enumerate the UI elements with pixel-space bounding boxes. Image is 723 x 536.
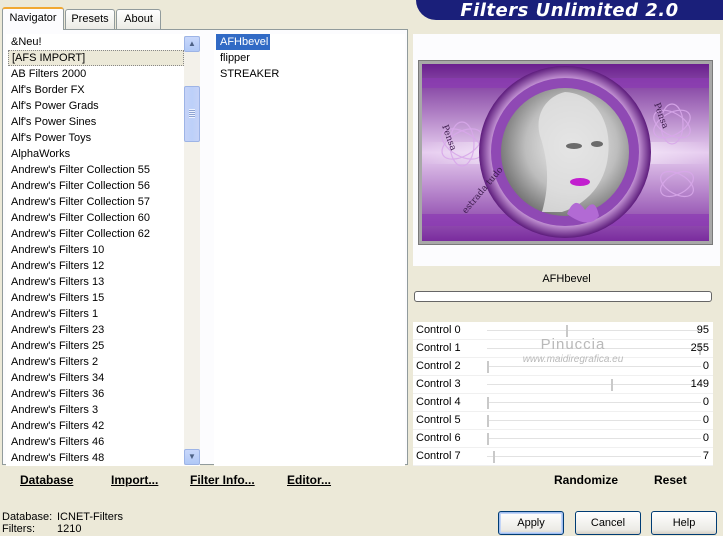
control-thumb[interactable] (492, 451, 495, 463)
control-value: 0 (702, 432, 709, 444)
category-item[interactable]: Andrew's Filters 15 (8, 290, 184, 306)
scroll-down-icon[interactable]: ▼ (184, 449, 200, 465)
control-value: 0 (702, 414, 709, 426)
category-item[interactable]: Andrew's Filters 46 (8, 434, 184, 450)
status-database-label: Database: (2, 511, 53, 523)
progress-bar (414, 291, 712, 302)
control-label: Control 1 (416, 342, 461, 354)
control-track[interactable] (487, 402, 701, 403)
category-item[interactable]: Andrew's Filters 34 (8, 370, 184, 386)
control-value: 7 (702, 450, 709, 462)
tab-navigator[interactable]: Navigator (2, 7, 64, 30)
scroll-up-icon[interactable]: ▲ (184, 36, 200, 52)
category-item[interactable]: Andrew's Filters 10 (8, 242, 184, 258)
controls-panel: Control 0 95 Control 1 255 Control 2 0 Control… (413, 322, 713, 466)
help-button[interactable]: Help (651, 511, 717, 535)
category-item[interactable]: Andrew's Filters 48 (8, 450, 184, 466)
status-filters-value: 1210 (57, 523, 82, 535)
category-item[interactable]: Alf's Power Sines (8, 114, 184, 130)
control-thumb[interactable] (610, 379, 613, 391)
editor-button[interactable]: Editor... (287, 473, 331, 487)
category-item[interactable]: Andrew's Filter Collection 55 (8, 162, 184, 178)
control-label: Control 6 (416, 432, 461, 444)
control-slider-row[interactable]: Control 1 255 (413, 340, 713, 358)
app-title: Filters Unlimited 2.0 (460, 0, 679, 21)
category-item[interactable]: [AFS IMPORT] (8, 50, 184, 66)
control-label: Control 0 (416, 324, 461, 336)
import-button[interactable]: Import... (111, 473, 158, 487)
control-value: 0 (702, 360, 709, 372)
category-item[interactable]: Andrew's Filters 23 (8, 322, 184, 338)
reset-button[interactable]: Reset (654, 473, 687, 487)
category-item[interactable]: Andrew's Filter Collection 56 (8, 178, 184, 194)
cancel-button[interactable]: Cancel (575, 511, 641, 535)
category-item[interactable]: AB Filters 2000 (8, 66, 184, 82)
scroll-thumb[interactable] (184, 86, 200, 142)
filter-info-button[interactable]: Filter Info... (190, 473, 255, 487)
filter-item[interactable]: STREAKER (216, 66, 405, 82)
control-track[interactable] (487, 348, 701, 349)
selected-filter-name: AFHbevel (413, 268, 720, 288)
randomize-button[interactable]: Randomize (554, 473, 618, 487)
category-item[interactable]: Alf's Power Toys (8, 130, 184, 146)
control-thumb[interactable] (487, 361, 489, 373)
control-label: Control 5 (416, 414, 461, 426)
category-item[interactable]: Alf's Border FX (8, 82, 184, 98)
control-thumb[interactable] (565, 325, 568, 337)
apply-button[interactable]: Apply (498, 511, 564, 535)
category-item[interactable]: AlphaWorks (8, 146, 184, 162)
control-track[interactable] (487, 384, 701, 385)
category-item[interactable]: Alf's Power Grads (8, 98, 184, 114)
control-label: Control 3 (416, 378, 461, 390)
tab-about[interactable]: About (116, 9, 161, 29)
title-banner: Filters Unlimited 2.0 (416, 0, 723, 21)
preview-artwork: Pensa Pensa estrada tudo (422, 64, 709, 241)
category-scrollbar[interactable]: ▲ ▼ (184, 36, 200, 465)
control-track[interactable] (487, 330, 701, 331)
category-item[interactable]: &Neu! (8, 34, 184, 50)
category-item[interactable]: Andrew's Filters 36 (8, 386, 184, 402)
control-value: 149 (690, 378, 709, 390)
tab-presets[interactable]: Presets (65, 9, 115, 29)
category-item[interactable]: Andrew's Filters 13 (8, 274, 184, 290)
control-thumb[interactable] (487, 415, 489, 427)
category-item[interactable]: Andrew's Filter Collection 60 (8, 210, 184, 226)
control-track[interactable] (487, 456, 701, 457)
control-slider-row[interactable]: Control 0 95 (413, 322, 713, 340)
control-value: 255 (690, 342, 709, 354)
control-value: 95 (696, 324, 709, 336)
category-item[interactable]: Andrew's Filters 1 (8, 306, 184, 322)
preview-image: Pensa Pensa estrada tudo (418, 60, 713, 245)
control-slider-row[interactable]: Control 7 7 (413, 448, 713, 466)
category-item[interactable]: Andrew's Filters 42 (8, 418, 184, 434)
control-slider-row[interactable]: Control 2 0 (413, 358, 713, 376)
control-thumb[interactable] (487, 397, 489, 409)
status-filters-label: Filters: (2, 523, 35, 535)
category-item[interactable]: Andrew's Filters 25 (8, 338, 184, 354)
filter-item[interactable]: AFHbevel (216, 34, 271, 50)
control-track[interactable] (487, 438, 701, 439)
control-slider-row[interactable]: Control 3 149 (413, 376, 713, 394)
control-slider-row[interactable]: Control 4 0 (413, 394, 713, 412)
category-item[interactable]: Andrew's Filter Collection 62 (8, 226, 184, 242)
filter-item[interactable]: flipper (216, 50, 405, 66)
category-item[interactable]: Andrew's Filters 2 (8, 354, 184, 370)
category-item[interactable]: Andrew's Filters 3 (8, 402, 184, 418)
grip-icon (189, 109, 195, 118)
control-label: Control 7 (416, 450, 461, 462)
filter-list[interactable]: AFHbevel flipper STREAKER (214, 34, 405, 466)
category-item[interactable]: Andrew's Filter Collection 57 (8, 194, 184, 210)
control-value: 0 (702, 396, 709, 408)
category-list[interactable]: &Neu! [AFS IMPORT] AB Filters 2000 Alf's Bo… (6, 34, 200, 466)
category-item[interactable]: Andrew's Filters 12 (8, 258, 184, 274)
control-slider-row[interactable]: Control 6 0 (413, 430, 713, 448)
control-thumb[interactable] (487, 433, 489, 445)
control-label: Control 2 (416, 360, 461, 372)
control-track[interactable] (487, 420, 701, 421)
control-track[interactable] (487, 366, 701, 367)
control-slider-row[interactable]: Control 5 0 (413, 412, 713, 430)
status-database-value: ICNET-Filters (57, 511, 123, 523)
database-button[interactable]: Database (20, 473, 73, 487)
control-label: Control 4 (416, 396, 461, 408)
